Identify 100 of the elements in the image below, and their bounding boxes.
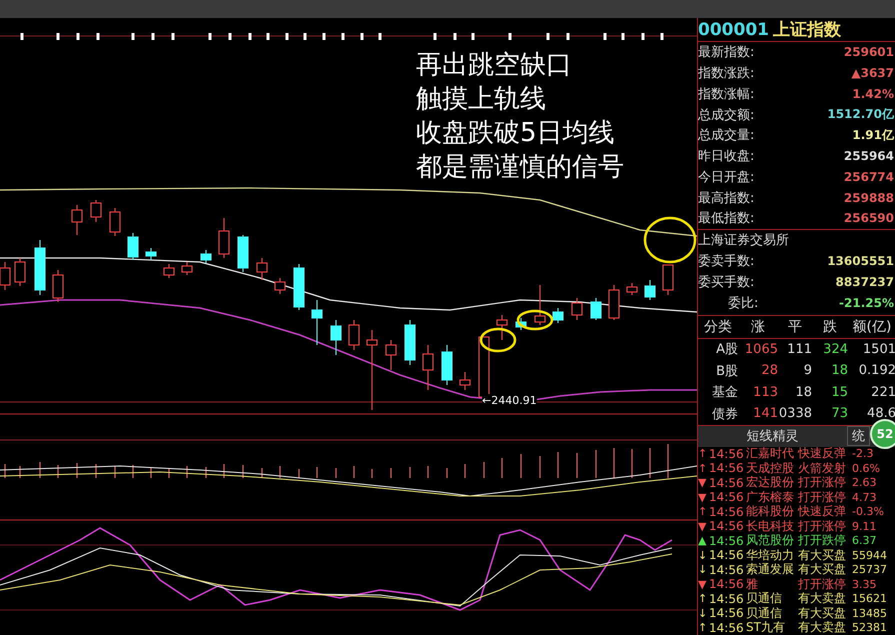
quote-value: 259888	[844, 190, 895, 205]
alert-time: 14:56	[709, 446, 745, 461]
candlestick	[386, 340, 396, 370]
alert-action: 打开涨停	[798, 488, 847, 505]
alert-time: 14:56	[709, 548, 745, 562]
annotation-line: 都是需谨慎的信号	[416, 151, 624, 184]
table-cell-text: 债券	[711, 406, 738, 423]
quote-value: 1.91亿	[852, 126, 895, 144]
alert-value: -2.3	[852, 447, 874, 460]
quote-label: 昨日收盘:	[698, 148, 754, 166]
highlight-circle	[516, 310, 554, 330]
signal-mark: ↑	[698, 505, 708, 518]
signal-mark: ▼	[698, 476, 708, 490]
stats-tab[interactable]: 统	[847, 426, 870, 446]
signal-mark: ↓	[698, 563, 708, 576]
alert-value: 6.37	[852, 534, 876, 548]
alert-value: 3.35	[852, 578, 876, 591]
table-cell-text: 18	[830, 363, 848, 378]
quote-label: 总成交量:	[698, 127, 754, 144]
table-cell-text: 324	[822, 342, 848, 357]
table-cell-text: 9	[802, 363, 812, 378]
table-cell-text: 73	[830, 406, 848, 422]
candlestick	[422, 344, 434, 390]
alert-action: 有大买盘	[798, 561, 847, 578]
stock-name: 风范股份	[746, 532, 795, 549]
candlestick	[516, 318, 526, 330]
quote-label: 指数涨幅:	[698, 86, 754, 103]
candlestick	[218, 218, 230, 258]
candlestick	[496, 314, 508, 340]
alert-value: 55944	[852, 548, 887, 562]
alert-value: 52381	[852, 621, 887, 634]
candlestick	[404, 320, 416, 366]
table-cell-text: 48.6	[866, 406, 895, 422]
stock-name: 天成控股	[746, 460, 795, 476]
table-cell-text: 1501	[862, 342, 895, 357]
table-cell-text: A股	[715, 341, 738, 358]
table-cell-text: 221	[870, 384, 895, 400]
order-value: 8837237	[836, 274, 895, 289]
alert-time: 14:56	[709, 534, 745, 548]
alert-time: 14:56	[709, 490, 745, 504]
alert-value: 13485	[852, 606, 887, 620]
quote-value: 256590	[844, 211, 895, 226]
candlestick	[590, 298, 602, 320]
stock-name: 广东榕泰	[746, 488, 795, 505]
candlestick	[552, 308, 564, 324]
candlestick	[72, 204, 82, 236]
stock-name: 长电科技	[746, 518, 795, 534]
table-cell-text: 113	[752, 384, 778, 400]
candlestick	[52, 270, 64, 302]
candlestick	[274, 278, 286, 294]
column-header: 额(亿)	[852, 318, 892, 336]
candlestick	[164, 264, 174, 278]
signal-mark: ↑	[698, 447, 708, 460]
signal-mark: ▼	[698, 520, 708, 533]
alert-action: 有大卖盘	[798, 619, 847, 635]
candlestick	[128, 232, 138, 260]
alert-action: 有大卖盘	[798, 590, 847, 607]
column-header: 跌	[822, 318, 838, 336]
candlestick	[460, 372, 470, 390]
low-price-label: ←2440.91	[482, 394, 537, 407]
order-label: 委比:	[728, 294, 758, 312]
table-cell-text: 28	[760, 363, 778, 378]
annotation-line: 收盘跌破5日均线	[416, 117, 616, 150]
alert-time: 14:56	[709, 562, 745, 577]
candlestick	[572, 298, 582, 320]
alert-time: 14:56	[709, 592, 745, 606]
highlight-circle	[644, 216, 696, 264]
order-label: 委买手数:	[698, 274, 754, 291]
candlestick	[34, 240, 46, 296]
signal-mark: ▼	[698, 578, 708, 591]
stock-name: 汇嘉时代	[746, 445, 795, 462]
order-value: -21.25%	[839, 296, 895, 310]
quote-label: 最低指数:	[698, 210, 754, 228]
candlestick	[14, 258, 26, 286]
quote-label: 总成交额:	[698, 106, 754, 124]
stock-name: ST九有	[746, 619, 786, 635]
alert-action: 打开涨停	[798, 474, 847, 491]
stock-code: 000001	[698, 20, 769, 40]
candlestick	[110, 208, 120, 236]
quote-value: 259601	[844, 45, 895, 60]
alert-value: -0.3%	[852, 505, 884, 518]
candlestick	[200, 250, 212, 264]
candlestick	[294, 264, 304, 310]
exchange-name: 上海证券交易所	[698, 232, 789, 250]
alert-value: 25737	[852, 563, 887, 576]
signal-mark: ▲	[698, 534, 708, 548]
alert-value: 0.6%	[852, 462, 880, 475]
quote-label: 最新指数:	[698, 44, 754, 62]
quote-label: 指数涨跌:	[698, 65, 754, 82]
signal-mark: ▼	[698, 490, 708, 504]
candlestick	[182, 262, 192, 276]
candlestick	[534, 284, 546, 326]
alert-action: 火箭发射	[798, 460, 847, 476]
quote-value: 256774	[844, 170, 895, 184]
table-cell-text: B股	[715, 362, 738, 380]
alerts-title[interactable]: 短线精灵	[698, 427, 847, 446]
column-header: 涨	[750, 318, 766, 336]
index-name: 上证指数	[772, 19, 841, 41]
stock-name: 雅	[746, 576, 759, 592]
candlestick	[90, 200, 102, 222]
